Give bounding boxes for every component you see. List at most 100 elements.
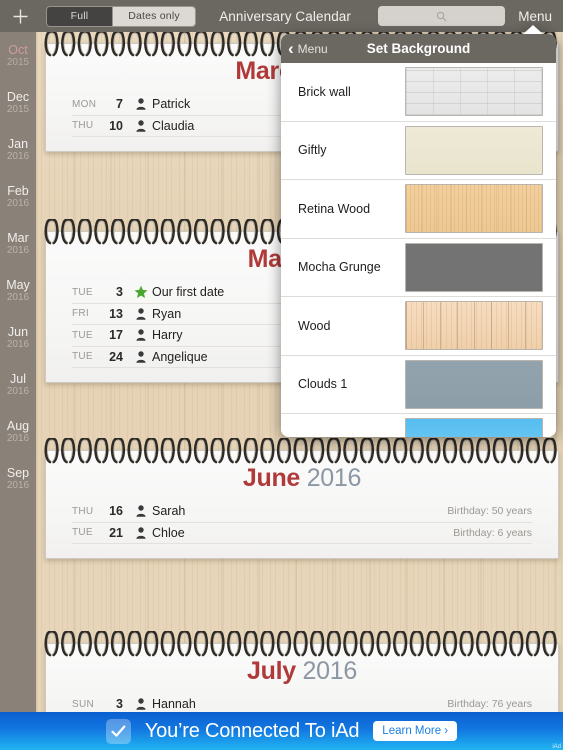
sidebar-item-aug-2016[interactable]: Aug 2016 [0,408,36,455]
app-title: Anniversary Calendar [219,8,352,24]
sidebar-item-may-2016[interactable]: May 2016 [0,267,36,314]
sidebar-item-month: May [6,277,30,292]
popover-back-button[interactable]: ‹ Menu [281,40,328,57]
background-option-mocha-grunge[interactable]: Mocha Grunge [281,238,556,297]
entry-weekday: MON [72,98,97,110]
background-option-partial[interactable] [281,414,556,437]
entry-weekday: TUE [72,329,93,341]
background-option-label: Wood [298,318,331,333]
add-button[interactable] [0,0,40,32]
background-option-thumbnail [405,125,543,175]
entry-day: 24 [109,349,123,364]
sidebar-item-dec-2015[interactable]: Dec 2015 [0,79,36,126]
background-option-brick-wall[interactable]: Brick wall [281,63,556,122]
person-icon [136,698,146,711]
entry-name: Hannah [152,697,196,712]
star-icon [134,285,148,299]
sidebar-item-year: 2016 [6,197,30,209]
iad-banner[interactable]: You’re Connected To iAd Learn More › iAd [0,712,563,750]
background-option-label: Brick wall [298,84,351,99]
background-option-thumbnail [405,67,543,117]
sidebar-item-month: Oct [8,42,28,57]
entry-icon [130,329,152,342]
sidebar-item-year: 2016 [6,150,30,162]
card-entry-list: THU 16 Sarah Birthday: 50 years TUE 21 Chloe Bi… [46,498,558,558]
background-option-giftly[interactable]: Giftly [281,121,556,180]
menu-button[interactable]: Menu [505,9,563,24]
popover-back-label: Menu [297,41,328,56]
sidebar-item-year: 2016 [6,244,30,256]
sidebar-item-month: Dec [6,89,30,104]
entry-day: 3 [116,285,123,300]
entry-icon [130,698,152,711]
entry-day: 10 [109,118,123,133]
sidebar-item-month: Jun [7,324,29,339]
entry-icon [130,120,152,132]
sidebar-item-oct-2015[interactable]: Oct 2015 [0,32,36,79]
sidebar-item-year: 2016 [6,291,30,303]
card-month-year: 2016 [306,464,362,492]
search-input[interactable] [378,6,506,26]
background-option-retina-wood[interactable]: Retina Wood [281,180,556,239]
entry-weekday: THU [72,120,94,132]
calendar-card-june[interactable]: June 2016 THU 16 Sarah Birthday: 50 years TUE… [44,437,559,559]
sidebar-item-sep-2016[interactable]: Sep 2016 [0,455,36,502]
sidebar-item-jul-2016[interactable]: Jul 2016 [0,361,36,408]
background-option-thumbnail [405,184,543,234]
ad-learn-more-button[interactable]: Learn More › [373,721,458,741]
card-month-name: July [247,657,296,685]
month-sidebar[interactable]: Oct 2015 Dec 2015 Jan 2016 Feb 2016 Mar 2016 May 20… [0,32,36,712]
calendar-entry-row[interactable]: SUN 3 Hannah Birthday: 76 years [72,694,532,712]
person-icon [136,120,146,132]
entry-weekday: TUE [72,286,93,298]
entry-day: 13 [109,306,123,321]
background-option-label: Clouds 1 [298,377,348,392]
person-icon [136,505,146,518]
entry-note: Birthday: 50 years [447,505,532,518]
entry-icon [130,505,152,518]
sidebar-item-feb-2016[interactable]: Feb 2016 [0,173,36,220]
ad-headline: You’re Connected To iAd [144,719,360,742]
sidebar-item-jun-2016[interactable]: Jun 2016 [0,314,36,361]
sidebar-item-year: 2015 [6,103,30,115]
sidebar-item-mar-2016[interactable]: Mar 2016 [0,220,36,267]
background-option-thumbnail [405,359,543,409]
sidebar-item-year: 2016 [6,479,30,491]
chevron-left-icon: ‹ [288,39,294,58]
entry-weekday: FRI [72,308,90,320]
card-month-heading: July 2016 [46,644,558,691]
background-option-thumbnail [405,301,543,351]
entry-day: 17 [109,328,123,343]
ad-corner-label: iAd [552,744,561,750]
search-icon [437,11,447,21]
entry-day: 7 [116,97,123,112]
entry-name: Sarah [152,504,186,519]
entry-day: 16 [109,504,123,519]
background-option-label: Mocha Grunge [298,260,381,275]
entry-icon [130,351,152,363]
calendar-entry-row[interactable]: TUE 21 Chloe Birthday: 6 years [72,523,532,544]
segment-dates-only[interactable]: Dates only [112,6,195,26]
sidebar-item-month: Sep [6,465,30,480]
top-toolbar: Full Dates only Anniversary Calendar Men… [0,0,563,32]
background-option-thumbnail [405,418,543,437]
person-icon [136,308,146,320]
entry-weekday: SUN [72,698,95,710]
calendar-card-july[interactable]: July 2016 SUN 3 Hannah Birthday: 76 years [44,630,559,712]
view-mode-segmented-control[interactable]: Full Dates only [46,5,196,27]
sidebar-item-month: Jan [7,136,29,151]
card-month-name: June [242,464,301,492]
person-icon [136,98,146,111]
sidebar-item-year: 2016 [6,338,30,350]
background-options-list[interactable]: Brick wall Giftly Retina Wood Mocha Grunge W… [281,63,556,437]
sidebar-item-jan-2016[interactable]: Jan 2016 [0,126,36,173]
checkmark-icon [105,718,131,744]
entry-icon [130,308,152,320]
sidebar-item-year: 2015 [6,56,30,68]
entry-icon [130,527,152,539]
background-option-clouds-1[interactable]: Clouds 1 [281,355,556,414]
calendar-entry-row[interactable]: THU 16 Sarah Birthday: 50 years [72,501,532,523]
segment-full[interactable]: Full [47,6,112,26]
background-option-wood[interactable]: Wood [281,297,556,356]
entry-icon [130,98,152,111]
